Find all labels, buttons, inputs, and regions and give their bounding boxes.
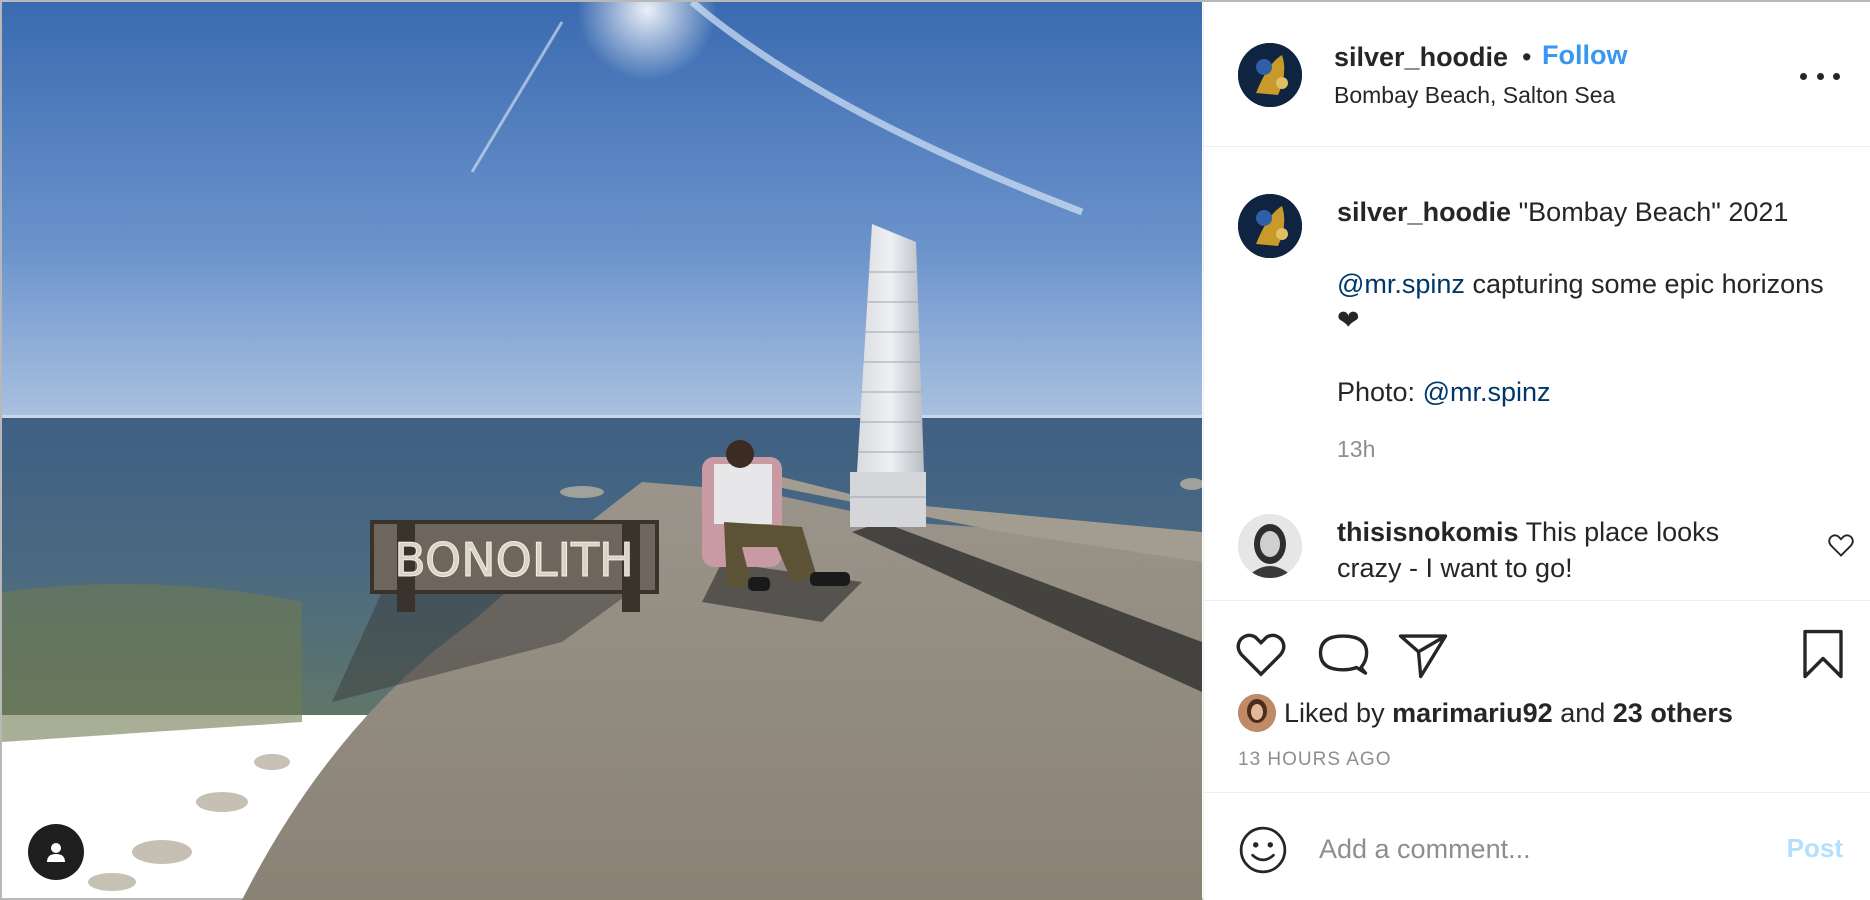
mention-link[interactable]: @mr.spinz: [1423, 377, 1551, 407]
avatar-image: [1238, 514, 1302, 578]
caption-text: silver_hoodie "Bombay Beach" 2021 @mr.sp…: [1337, 194, 1827, 410]
header-separator: •: [1522, 42, 1532, 72]
share-send-icon[interactable]: [1396, 627, 1450, 681]
avatar-image: [1238, 694, 1276, 732]
photo-credit-label: Photo:: [1337, 377, 1416, 407]
emoji-icon[interactable]: [1238, 825, 1288, 875]
mention-link[interactable]: @mr.spinz: [1337, 269, 1465, 299]
post-header: silver_hoodie • Follow Bombay Beach, Sal…: [1204, 2, 1870, 147]
likes-prefix: Liked by: [1284, 697, 1385, 728]
caption-author-avatar[interactable]: [1238, 194, 1302, 258]
avatar-image: [1238, 43, 1302, 107]
add-comment-bar: Post: [1204, 792, 1870, 900]
liker-avatar[interactable]: [1238, 694, 1276, 732]
follow-button[interactable]: Follow: [1542, 40, 1627, 71]
comment-like-heart-icon[interactable]: [1827, 531, 1855, 559]
like-heart-icon[interactable]: [1234, 627, 1288, 681]
beach-photo-image: BONOLITH: [2, 2, 1202, 900]
more-options-button[interactable]: [1800, 64, 1840, 88]
post-actions: Liked by marimariu92 and 23 others 13 HO…: [1204, 600, 1870, 792]
caption-time[interactable]: 13h: [1337, 436, 1375, 463]
comment-bubble-icon[interactable]: [1316, 627, 1370, 681]
caption-title: "Bombay Beach" 2021: [1518, 197, 1789, 227]
likes-others-link[interactable]: 23 others: [1613, 698, 1733, 729]
sign-text: BONOLITH: [394, 533, 633, 587]
likes-and: and: [1560, 697, 1606, 728]
post-viewer: BONOLITH silver_hoodie • Follow Bombay B…: [0, 0, 1870, 900]
comments-list[interactable]: silver_hoodie "Bombay Beach" 2021 @mr.sp…: [1204, 148, 1870, 600]
comment-text: thisisnokomis This place looks crazy - I…: [1337, 514, 1777, 586]
tagged-users-button[interactable]: [28, 824, 84, 880]
comment-input[interactable]: [1319, 821, 1759, 877]
author-avatar[interactable]: [1238, 43, 1302, 107]
caption-username[interactable]: silver_hoodie: [1337, 197, 1511, 227]
author-username[interactable]: silver_hoodie: [1334, 42, 1508, 73]
more-icon-dot: [1816, 72, 1824, 80]
likes-summary: Liked by marimariu92 and 23 others: [1238, 693, 1733, 733]
avatar-image: [1238, 194, 1302, 258]
liker-username[interactable]: marimariu92: [1392, 698, 1553, 729]
post-photo[interactable]: BONOLITH: [2, 2, 1202, 900]
commenter-avatar[interactable]: [1238, 514, 1302, 578]
post-side-panel: silver_hoodie • Follow Bombay Beach, Sal…: [1203, 2, 1870, 900]
commenter-username[interactable]: thisisnokomis: [1337, 517, 1519, 547]
person-icon: [47, 843, 65, 862]
post-comment-button[interactable]: Post: [1787, 833, 1843, 864]
save-bookmark-icon[interactable]: [1796, 627, 1850, 681]
more-icon: [1800, 72, 1807, 80]
post-timestamp[interactable]: 13 HOURS AGO: [1238, 749, 1392, 771]
more-icon-dot: [1833, 72, 1840, 80]
location-link[interactable]: Bombay Beach, Salton Sea: [1334, 82, 1615, 109]
